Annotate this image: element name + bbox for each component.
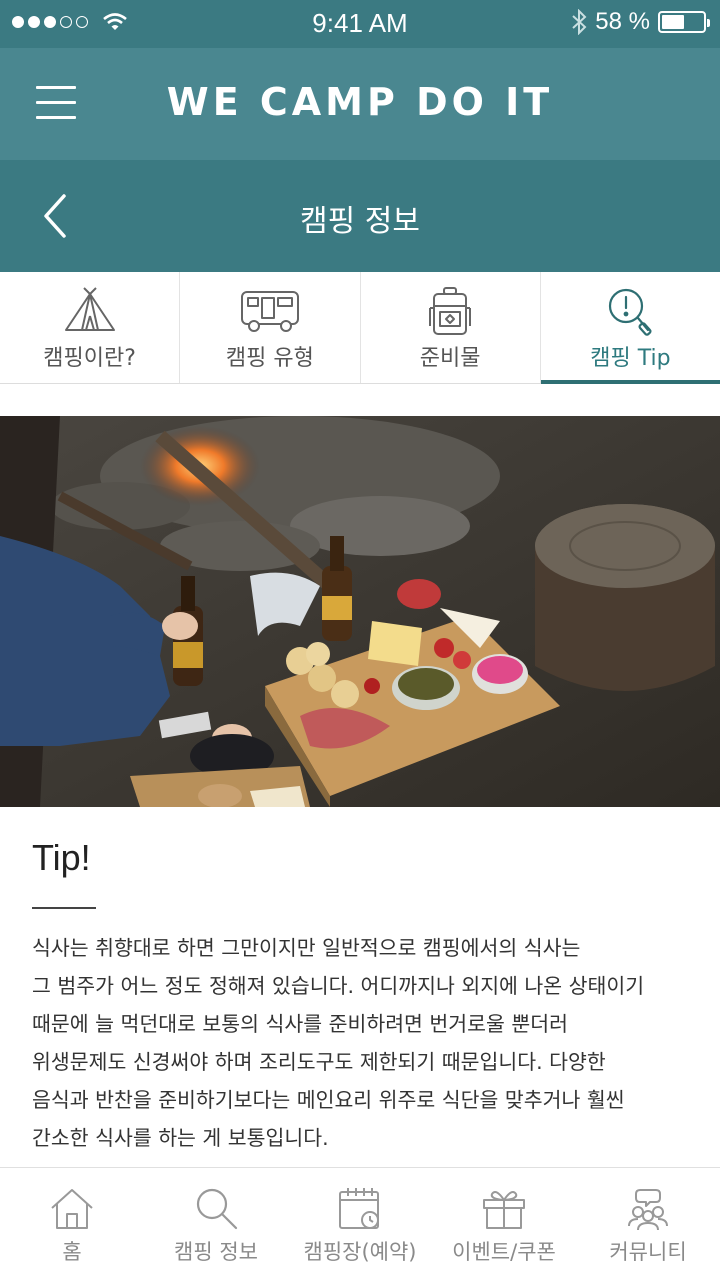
page-title: 캠핑 정보 [300,204,420,239]
tip-search-icon [609,288,652,336]
nav-community[interactable]: 커뮤니티 [576,1168,720,1280]
battery-icon [658,11,710,33]
bottom-nav: 홈 캠핑 정보 캠핑장(예약) 이벤트/쿠폰 커뮤니티 [0,1167,720,1280]
sub-header: 캠핑 정보 [0,160,720,272]
status-right: 58 % [571,8,710,36]
nav-label: 이벤트/쿠폰 [452,1240,556,1264]
gift-icon [483,1191,525,1229]
home-icon [51,1189,93,1229]
tab-label: 캠핑이란? [43,346,136,371]
tip-line: 음식과 반찬을 준비하기보다는 메인요리 위주로 식단을 맞추거나 훨씬 [32,1088,625,1112]
tip-body: 식사는 취향대로 하면 그만이지만 일반적으로 캠핑에서의 식사는 그 범주가 … [32,929,692,1157]
calendar-icon [339,1188,379,1229]
tab-label: 캠핑 유형 [225,346,314,371]
app-title: WE CAMP DO IT [166,80,554,124]
bluetooth-icon [572,9,587,35]
tip-line: 때문에 늘 먹던대로 보통의 식사를 준비하려면 번거로울 뿐더러 [32,1012,568,1036]
battery-percent: 58 % [595,8,650,35]
status-bar: 9:41 AM 58 % [0,0,720,48]
tip-heading: Tip! [32,837,91,878]
camper-van-icon [240,291,299,332]
nav-camping-info[interactable]: 캠핑 정보 [144,1168,288,1280]
tip-line: 위생문제도 신경써야 하며 조리도구도 제한되기 때문입니다. 다양한 [32,1050,606,1074]
nav-label: 홈 [62,1240,82,1264]
app-header: WE CAMP DO IT [0,48,720,160]
nav-label: 캠핑 정보 [174,1240,258,1264]
tab-equipment[interactable]: 준비물 [361,272,541,383]
nav-events-coupons[interactable]: 이벤트/쿠폰 [432,1168,576,1280]
tab-label: 준비물 [419,346,481,371]
campfire-food-photo [0,416,720,807]
heading-divider [32,907,96,909]
community-icon [628,1189,668,1231]
nav-home[interactable]: 홈 [0,1168,144,1280]
backpack-icon [429,287,472,335]
tab-what-is-camping[interactable]: 캠핑이란? [0,272,181,383]
tip-content: Tip! 식사는 취향대로 하면 그만이지만 일반적으로 캠핑에서의 식사는 그… [0,807,720,1167]
nav-label: 캠핑장(예약) [303,1240,417,1264]
nav-label: 커뮤니티 [609,1240,687,1264]
nav-campsite-booking[interactable]: 캠핑장(예약) [288,1168,432,1280]
tab-camping-tip[interactable]: 캠핑 Tip [540,272,720,384]
tip-line: 간소한 식사를 하는 게 보통입니다. [32,1126,329,1150]
tip-line: 식사는 취향대로 하면 그만이지만 일반적으로 캠핑에서의 식사는 [32,936,581,960]
tip-line: 그 범주가 어느 정도 정해져 있습니다. 어디까지나 외지에 나온 상태이기 [32,974,645,998]
tent-icon [64,287,115,331]
tab-camping-types[interactable]: 캠핑 유형 [180,272,361,383]
tab-label: 캠핑 Tip [590,346,671,371]
search-icon [196,1188,238,1230]
battery-fill [662,15,684,29]
category-tabs: 캠핑이란? 캠핑 유형 준비물 캠핑 Tip [0,272,720,384]
hero-photo [0,416,720,807]
